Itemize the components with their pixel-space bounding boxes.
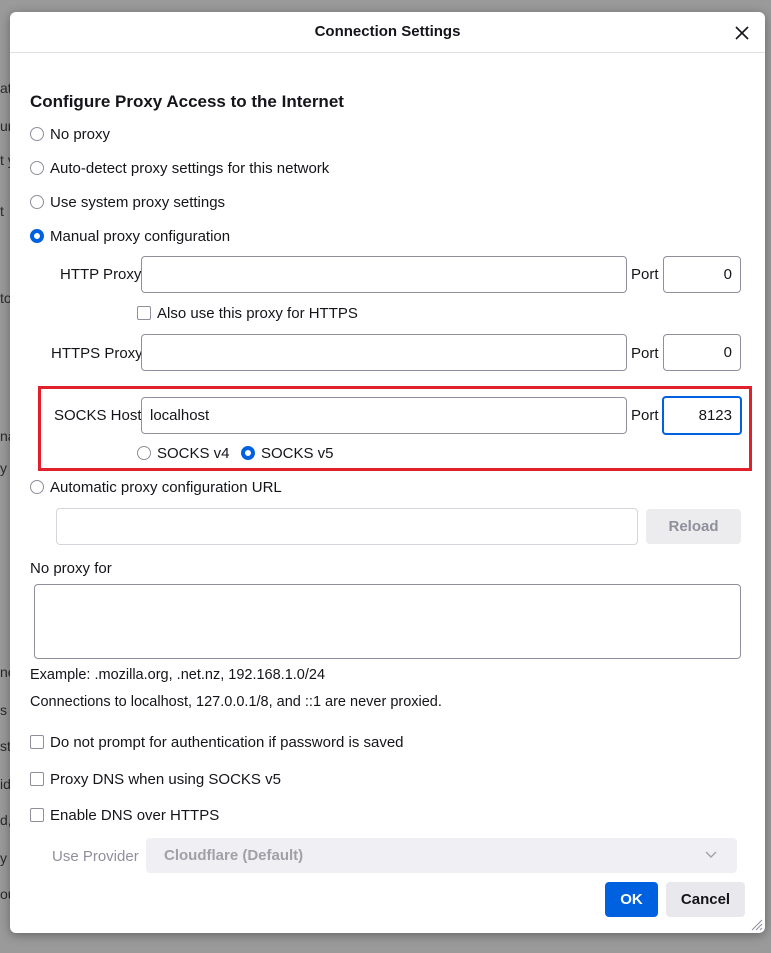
checkbox-box[interactable] (30, 735, 44, 749)
provider-select-value: Cloudflare (Default) (164, 847, 304, 864)
radio-system-proxy-label: Use system proxy settings (50, 193, 226, 211)
no-auth-prompt-label: Do not prompt for authentication if pass… (50, 733, 404, 751)
http-proxy-label: HTTP Proxy (60, 266, 142, 283)
use-provider-label: Use Provider (52, 848, 139, 865)
proxy-dns-checkbox[interactable]: Proxy DNS when using SOCKS v5 (30, 768, 281, 790)
https-port-input[interactable] (663, 334, 741, 371)
radio-circle[interactable] (30, 480, 44, 494)
radio-socks-v5-label: SOCKS v5 (261, 444, 334, 462)
radio-circle[interactable] (30, 161, 44, 175)
radio-auto-config-url-label: Automatic proxy configuration URL (50, 478, 282, 496)
dialog-titlebar: Connection Settings (10, 12, 765, 53)
close-button[interactable] (729, 20, 755, 46)
http-port-label: Port (631, 266, 659, 283)
resize-grip-icon[interactable] (749, 917, 763, 931)
checkbox-box[interactable] (30, 772, 44, 786)
close-icon (735, 26, 749, 40)
no-proxy-example-text: Example: .mozilla.org, .net.nz, 192.168.… (30, 667, 326, 683)
auto-config-url-input[interactable] (56, 508, 638, 545)
radio-auto-detect[interactable]: Auto-detect proxy settings for this netw… (30, 157, 329, 179)
radio-circle[interactable] (30, 127, 44, 141)
socks-host-input[interactable] (141, 397, 627, 434)
radio-system-proxy[interactable]: Use system proxy settings (30, 191, 225, 213)
also-use-for-https-checkbox[interactable]: Also use this proxy for HTTPS (137, 302, 358, 324)
also-use-for-https-label: Also use this proxy for HTTPS (157, 304, 358, 322)
proxy-dns-label: Proxy DNS when using SOCKS v5 (50, 770, 281, 788)
http-proxy-input[interactable] (141, 256, 627, 293)
checkbox-box[interactable] (30, 808, 44, 822)
socks-port-label: Port (631, 407, 659, 424)
radio-auto-detect-label: Auto-detect proxy settings for this netw… (50, 159, 330, 177)
radio-circle[interactable] (137, 446, 151, 460)
radio-manual-proxy[interactable]: Manual proxy configuration (30, 225, 230, 247)
http-port-input[interactable] (663, 256, 741, 293)
radio-socks-v4[interactable]: SOCKS v4 (137, 442, 230, 464)
radio-no-proxy-label: No proxy (50, 125, 111, 143)
provider-select[interactable]: Cloudflare (Default) (146, 838, 737, 873)
cancel-button[interactable]: Cancel (666, 882, 745, 917)
radio-manual-proxy-label: Manual proxy configuration (50, 227, 231, 245)
https-port-label: Port (631, 345, 659, 362)
radio-circle-selected[interactable] (241, 446, 255, 460)
chevron-down-icon (705, 851, 717, 858)
no-auth-prompt-checkbox[interactable]: Do not prompt for authentication if pass… (30, 731, 404, 753)
radio-circle[interactable] (30, 195, 44, 209)
https-proxy-input[interactable] (141, 334, 627, 371)
connection-settings-dialog: Connection Settings Configure Proxy Acce… (10, 12, 765, 933)
socks-host-label: SOCKS Host (54, 407, 142, 424)
https-proxy-label: HTTPS Proxy (51, 345, 143, 362)
background-text: t (0, 203, 4, 219)
never-proxied-note: Connections to localhost, 127.0.0.1/8, a… (30, 694, 442, 710)
enable-doh-label: Enable DNS over HTTPS (50, 806, 220, 824)
background-text: y (0, 850, 7, 866)
no-proxy-for-textarea[interactable] (34, 584, 741, 659)
radio-circle-selected[interactable] (30, 229, 44, 243)
dialog-title: Connection Settings (314, 23, 461, 40)
ok-button[interactable]: OK (605, 882, 658, 917)
radio-no-proxy[interactable]: No proxy (30, 123, 110, 145)
socks-port-input[interactable] (662, 396, 742, 435)
background-text: y (0, 460, 7, 476)
checkbox-box[interactable] (137, 306, 151, 320)
section-heading: Configure Proxy Access to the Internet (30, 92, 344, 111)
radio-socks-v4-label: SOCKS v4 (157, 444, 230, 462)
radio-auto-config-url[interactable]: Automatic proxy configuration URL (30, 476, 282, 498)
radio-socks-v5[interactable]: SOCKS v5 (241, 442, 334, 464)
enable-doh-checkbox[interactable]: Enable DNS over HTTPS (30, 804, 219, 826)
no-proxy-for-label: No proxy for (30, 560, 112, 577)
reload-button[interactable]: Reload (646, 509, 741, 544)
